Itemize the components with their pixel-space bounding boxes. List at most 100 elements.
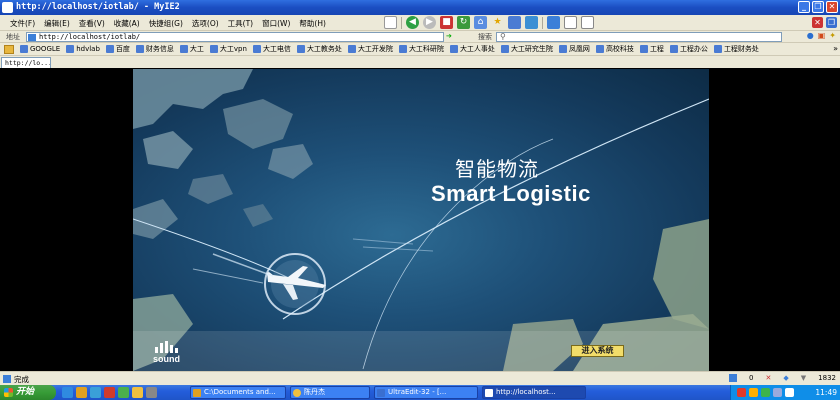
menu-groups[interactable]: 快捷组(G) [149,18,183,29]
address-input[interactable]: http://localhost/iotlab/ [26,32,444,42]
forward-icon[interactable]: ▶ [423,16,436,29]
network-icon[interactable] [785,388,794,397]
rss-icon[interactable]: ▣ [818,31,826,40]
menu-favorites[interactable]: 收藏(A) [114,18,140,29]
favorite-link[interactable]: 大工vpn [209,44,247,54]
favorites-more-button[interactable]: » [833,44,838,53]
favorite-link[interactable]: 凤凰网 [558,44,590,54]
task-ultraedit[interactable]: UltraEdit-32 - [... [374,386,478,399]
favorite-link[interactable]: 大工教务处 [296,44,342,54]
favorite-link[interactable]: 工程财务处 [713,44,759,54]
ie-icon[interactable] [62,387,73,398]
history-icon[interactable] [508,16,521,29]
favorite-link[interactable]: 大工电信 [252,44,291,54]
link-icon [639,45,648,53]
favorite-link[interactable]: 大工开发院 [347,44,393,54]
tile-icon[interactable] [564,16,577,29]
favorite-link[interactable]: 高校科技 [595,44,634,54]
edit-icon[interactable] [581,16,594,29]
app-icon[interactable] [104,387,115,398]
menu-help[interactable]: 帮助(H) [299,18,326,29]
folder-icon[interactable] [76,387,87,398]
favorite-link[interactable]: GOOGLE [20,45,60,53]
link-icon [558,45,567,53]
app-icon[interactable] [132,387,143,398]
favorite-link[interactable]: 财务信息 [135,44,174,54]
link-icon [209,45,218,53]
menu-tools[interactable]: 工具(T) [228,18,253,29]
window-title: http://localhost/iotlab/ - MyIE2 [16,2,180,12]
link-icon [500,45,509,53]
favorite-link[interactable]: 大工研究生院 [500,44,553,54]
restore-button[interactable]: ❐ [812,1,824,13]
settings-icon[interactable]: ✦ [829,31,836,40]
favorite-link[interactable]: 大工人事处 [449,44,495,54]
status-size: 1832 [818,374,836,382]
link-icon [179,45,188,53]
tab-localhost[interactable]: http://lo... [1,57,51,68]
task-explorer[interactable]: C:\Documents and... [190,386,286,399]
search-icon[interactable]: ⚲ [500,32,506,41]
favorite-link[interactable]: 工程 [639,44,664,54]
tray-app-icon[interactable] [761,388,770,397]
menu-window[interactable]: 窗口(W) [262,18,290,29]
flash-icon[interactable]: ◆ [783,374,788,382]
favorite-link[interactable]: 大工科研院 [398,44,444,54]
close-tab-icon[interactable]: ✕ [812,17,823,28]
menu-file[interactable]: 文件(F) [10,18,35,29]
go-icon[interactable]: ➔ [446,32,452,40]
popup-block-icon[interactable]: ✕ [766,374,772,382]
browser-icon [485,389,493,397]
page-icon [28,34,36,41]
volume-icon[interactable] [773,388,782,397]
menu-options[interactable]: 选项(O) [192,18,219,29]
tab-restore-icon[interactable]: ❐ [826,17,837,28]
status-bar: 完成 0 ✕ ◆ ▼ 1832 [0,371,840,385]
favorites-list: GOOGLE hdvlab 百度 财务信息 大工 大工vpn 大工电信 大工教务… [4,44,759,54]
stop-icon[interactable]: ■ [440,16,453,29]
chat-icon [293,389,301,397]
app-icon[interactable] [118,387,129,398]
download-icon[interactable]: ▼ [801,374,806,382]
status-count: 0 [749,374,754,382]
enter-system-button[interactable]: 进入系统 [571,345,624,357]
media-icon[interactable] [90,387,101,398]
favorite-link[interactable]: 工程办公 [669,44,708,54]
globe-icon[interactable]: ● [807,31,814,40]
system-tray: 11:49 [730,385,840,400]
window-icon[interactable] [547,16,560,29]
tray-app-icon[interactable] [737,388,746,397]
link-icon [669,45,678,53]
sound-toggle[interactable]: sound [153,341,180,364]
link-icon [398,45,407,53]
close-button[interactable]: ✕ [826,1,838,13]
favorite-link[interactable]: 百度 [105,44,130,54]
favorite-link[interactable]: 大工 [179,44,204,54]
search-input[interactable] [496,32,782,42]
link-icon [135,45,144,53]
start-button[interactable]: 开始 [0,385,56,400]
task-chat[interactable]: 陈丹杰 [290,386,370,399]
link-icon [713,45,722,53]
task-browser[interactable]: http://localhost... [482,386,586,399]
refresh-icon[interactable]: ↻ [457,16,470,29]
start-label: 开始 [16,387,35,397]
sound-label: sound [153,354,180,364]
hero-scene: 智能物流 Smart Logistic sound 进入系统 [133,69,709,371]
tray-app-icon[interactable] [749,388,758,397]
app-icon[interactable] [146,387,157,398]
favorites-star-icon[interactable]: ★ [491,16,504,29]
toolbar-separator [401,16,402,29]
mail-icon[interactable] [525,16,538,29]
menu-edit[interactable]: 编辑(E) [44,18,70,29]
page-viewport: 智能物流 Smart Logistic sound 进入系统 [0,68,840,371]
home-icon[interactable]: ⌂ [474,16,487,29]
taskbar: 开始 C:\Documents and... 陈丹杰 UltraEdit-32 … [0,385,840,400]
minimize-button[interactable]: _ [798,1,810,13]
menu-view[interactable]: 查看(V) [79,18,105,29]
new-page-icon[interactable] [384,16,397,29]
favorite-link[interactable]: hdvlab [66,45,100,53]
status-page-icon [3,375,11,383]
folder-icon[interactable] [4,44,14,54]
back-icon[interactable]: ◀ [406,16,419,29]
